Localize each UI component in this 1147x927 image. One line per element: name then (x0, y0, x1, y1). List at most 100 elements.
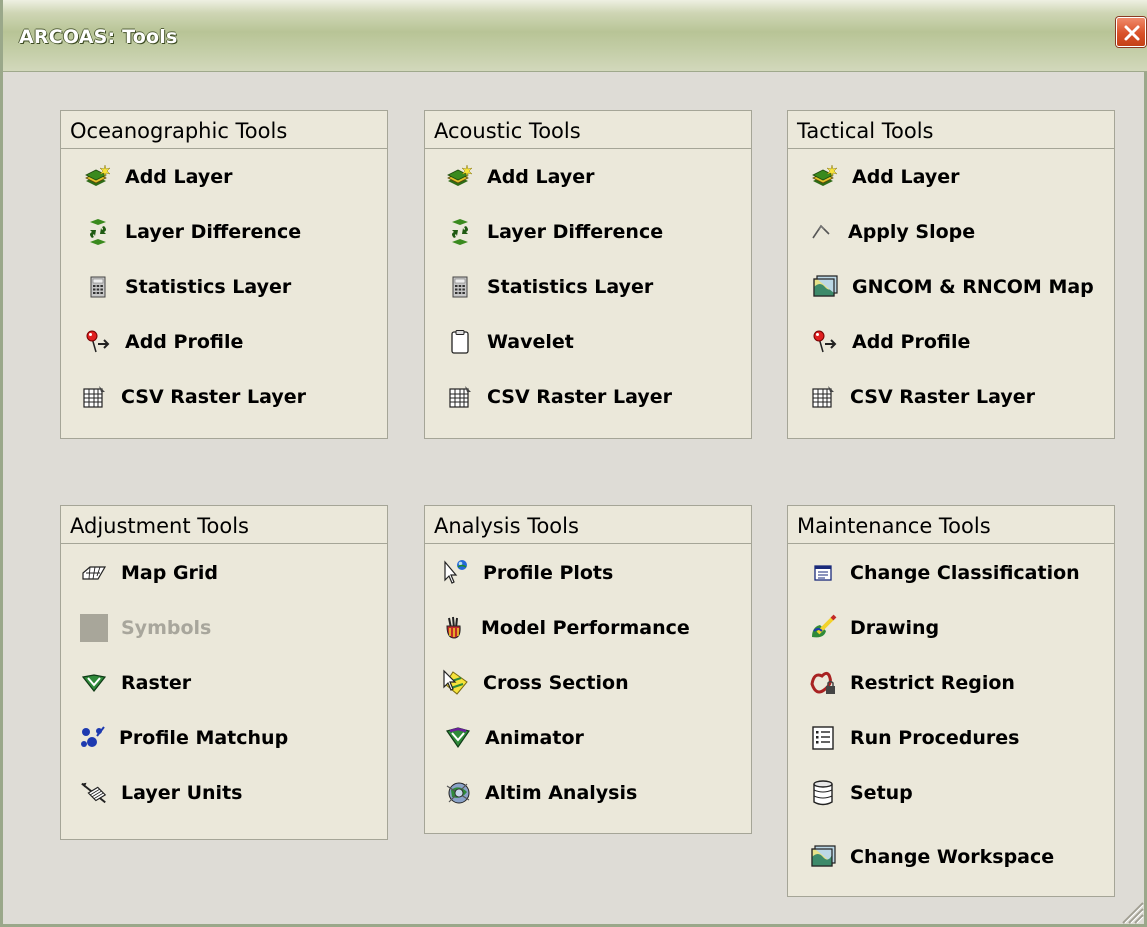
tool-label: Run Procedures (850, 727, 1020, 749)
tool-label: CSV Raster Layer (121, 386, 306, 408)
pushpin-icon (83, 327, 113, 357)
tool-button-layer-difference[interactable]: Layer Difference (445, 212, 663, 252)
tool-button-map-grid[interactable]: Map Grid (79, 553, 218, 593)
tool-button-csv-raster-layer[interactable]: CSV Raster Layer (79, 377, 306, 417)
tool-label: Altim Analysis (485, 782, 638, 804)
tool-button-layer-difference[interactable]: Layer Difference (83, 212, 301, 252)
tool-button-wavelet[interactable]: Wavelet (445, 322, 574, 362)
tool-button-run-procedures[interactable]: Run Procedures (808, 718, 1020, 758)
tool-button-cross-section[interactable]: Cross Section (441, 663, 629, 703)
group-title: Maintenance Tools (797, 514, 991, 538)
tool-label: Layer Difference (125, 221, 302, 243)
tool-button-symbols: Symbols (79, 608, 211, 648)
group-header: Adjustment Tools (61, 506, 387, 544)
tool-button-csv-raster-layer[interactable]: CSV Raster Layer (445, 377, 672, 417)
map-grid-icon (79, 558, 109, 588)
tool-button-altim-analysis[interactable]: Altim Analysis (443, 773, 637, 813)
close-button[interactable] (1116, 17, 1146, 47)
calculator-icon (445, 272, 475, 302)
tool-button-raster[interactable]: Raster (79, 663, 191, 703)
tool-button-add-layer[interactable]: Add Layer (810, 157, 960, 197)
add-layer-icon (445, 162, 475, 192)
symbols-icon (79, 613, 109, 643)
slope-icon (806, 217, 836, 247)
workspace-map-icon (808, 842, 838, 872)
layer-units-icon (79, 778, 109, 808)
tool-button-change-classification[interactable]: Change Classification (808, 553, 1080, 593)
group-title: Acoustic Tools (434, 119, 581, 143)
tool-label: CSV Raster Layer (850, 386, 1035, 408)
csv-table-icon (79, 382, 109, 412)
resize-grip-icon[interactable] (1118, 898, 1144, 924)
tool-button-add-layer[interactable]: Add Layer (83, 157, 233, 197)
tool-button-animator[interactable]: Animator (443, 718, 584, 758)
tool-label: Drawing (850, 617, 940, 639)
drawing-icon (808, 613, 838, 643)
tool-button-gncom-rncom-map[interactable]: GNCOM & RNCOM Map (810, 267, 1094, 307)
group-title: Adjustment Tools (70, 514, 249, 538)
group-header: Analysis Tools (425, 506, 751, 544)
tool-button-statistics-layer[interactable]: Statistics Layer (83, 267, 291, 307)
tool-label: Layer Difference (487, 221, 664, 243)
tool-button-profile-plots[interactable]: Profile Plots (441, 553, 613, 593)
tool-button-statistics-layer[interactable]: Statistics Layer (445, 267, 653, 307)
tool-label: Change Classification (850, 562, 1080, 584)
add-layer-icon (810, 162, 840, 192)
group-title: Tactical Tools (797, 119, 934, 143)
tool-button-csv-raster-layer[interactable]: CSV Raster Layer (808, 377, 1035, 417)
tool-label: Map Grid (121, 562, 219, 584)
tool-label: CSV Raster Layer (487, 386, 672, 408)
tool-button-drawing[interactable]: Drawing (808, 608, 939, 648)
tool-label: Setup (850, 782, 913, 804)
group-acoustic-tools: Acoustic Tools Add Layer Layer Difference S… (424, 110, 752, 439)
profile-plots-icon (441, 558, 471, 588)
tool-label: Layer Units (121, 782, 243, 804)
group-maintenance-tools: Maintenance Tools Change Classification Dr… (787, 505, 1115, 897)
title-bar[interactable]: ARCOAS: Tools (3, 0, 1147, 72)
restrict-region-icon (808, 668, 838, 698)
tool-button-setup[interactable]: Setup (808, 773, 913, 813)
group-title: Analysis Tools (434, 514, 579, 538)
group-header: Acoustic Tools (425, 111, 751, 149)
profile-matchup-icon (77, 723, 107, 753)
group-header: Oceanographic Tools (61, 111, 387, 149)
tool-label: Raster (121, 672, 192, 694)
tool-label: Profile Matchup (119, 727, 289, 749)
tool-button-change-workspace[interactable]: Change Workspace (808, 837, 1054, 877)
altim-analysis-icon (443, 778, 473, 808)
tool-label: Statistics Layer (487, 276, 654, 298)
map-icon (810, 272, 840, 302)
tool-label: Statistics Layer (125, 276, 292, 298)
group-adjustment-tools: Adjustment Tools Map Grid Symbols Raster Pro… (60, 505, 388, 840)
tool-label: Add Layer (125, 166, 233, 188)
tool-label: Add Profile (852, 331, 971, 353)
group-tactical-tools: Tactical Tools Add Layer Apply Slope GNCOM … (787, 110, 1115, 439)
csv-table-icon (808, 382, 838, 412)
tool-label: Animator (485, 727, 584, 749)
tool-label: Model Performance (481, 617, 690, 639)
group-oceanographic-tools: Oceanographic Tools Add Layer Layer Differ… (60, 110, 388, 439)
tool-button-model-performance[interactable]: Model Performance (439, 608, 690, 648)
animator-icon (443, 723, 473, 753)
group-header: Maintenance Tools (788, 506, 1114, 544)
group-title: Oceanographic Tools (70, 119, 288, 143)
group-analysis-tools: Analysis Tools Profile Plots Model Perform… (424, 505, 752, 834)
csv-table-icon (445, 382, 475, 412)
tool-button-add-layer[interactable]: Add Layer (445, 157, 595, 197)
tool-button-layer-units[interactable]: Layer Units (79, 773, 242, 813)
tool-label: GNCOM & RNCOM Map (852, 276, 1094, 298)
tool-button-add-profile[interactable]: Add Profile (83, 322, 243, 362)
run-procedures-icon (808, 723, 838, 753)
cross-section-icon (441, 668, 471, 698)
tool-button-add-profile[interactable]: Add Profile (810, 322, 970, 362)
layer-difference-icon (445, 217, 475, 247)
raster-icon (79, 668, 109, 698)
classification-icon (808, 558, 838, 588)
tool-button-profile-matchup[interactable]: Profile Matchup (77, 718, 288, 758)
model-performance-icon (439, 613, 469, 643)
tool-button-apply-slope[interactable]: Apply Slope (806, 212, 975, 252)
window-title: ARCOAS: Tools (19, 26, 178, 48)
tool-button-restrict-region[interactable]: Restrict Region (808, 663, 1015, 703)
group-header: Tactical Tools (788, 111, 1114, 149)
tool-label: Restrict Region (850, 672, 1015, 694)
